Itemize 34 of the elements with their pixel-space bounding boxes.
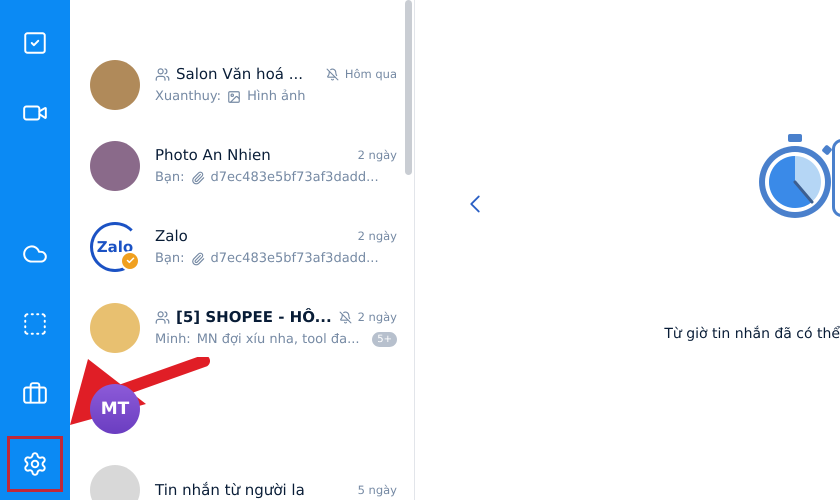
dashed-square-icon [22,311,48,337]
checkbox-icon [22,30,48,56]
conversation-name: [5] SHOPEE - HÔ... [176,308,332,326]
message-preview: d7ec483e5bf73af3dadd... [210,170,379,185]
message-sender: Xuanthuy: [155,89,222,104]
conversation-name: Salon Văn hoá ... [176,65,304,83]
message-preview: d7ec483e5bf73af3dadd... [210,251,379,266]
image-icon [227,90,242,104]
conversation-row[interactable]: Tin nhắn từ người la 5 ngày [70,449,414,500]
message-preview: Hình ảnh [247,89,306,104]
conversation-name: Zalo [155,227,188,245]
conversation-time: 2 ngày [358,229,397,243]
message-sender: Bạn: [155,251,185,266]
scrollbar-thumb[interactable] [405,0,412,175]
conversation-row[interactable]: Zalo Zalo 2 ngày Bạn: d7ec483e5bf73af3dadd... [70,206,414,287]
conversation-time: 2 ngày [358,310,397,324]
settings-icon [22,451,48,477]
conversation-time: Hôm qua [344,67,397,81]
paperclip-icon [190,252,205,266]
conversation-time: 2 ngày [358,148,397,162]
conversation-name: Photo An Nhien [155,146,271,164]
message-sender: Minh: [155,332,191,347]
conversation-row[interactable]: [5] SHOPEE - HÔ... 2 ngày Minh: MN đợi xíu nha, tool đa... 5+ [70,287,414,368]
message-sender: Bạn: [155,170,185,185]
avatar-logo: Zalo [90,222,140,272]
conversation-time: 5 ngày [358,482,397,496]
sidebar-button[interactable] [7,436,63,492]
feature-caption: Từ giờ tin nhắn đã có thể [663,326,840,342]
paperclip-icon [190,170,205,184]
message-preview: MN đợi xíu nha, tool đa... [196,332,360,347]
conversation-row[interactable]: Photo An Nhien 2 ngày Bạn: d7ec483e5bf73af3dadd... [70,125,414,206]
conversation-row[interactable]: Salon Văn hoá ... Hôm qua Xuanthuy: Hình ảnh [70,44,414,125]
conversation-name: Tin nhắn từ người la [155,480,305,498]
unread-count: 5+ [372,332,397,347]
